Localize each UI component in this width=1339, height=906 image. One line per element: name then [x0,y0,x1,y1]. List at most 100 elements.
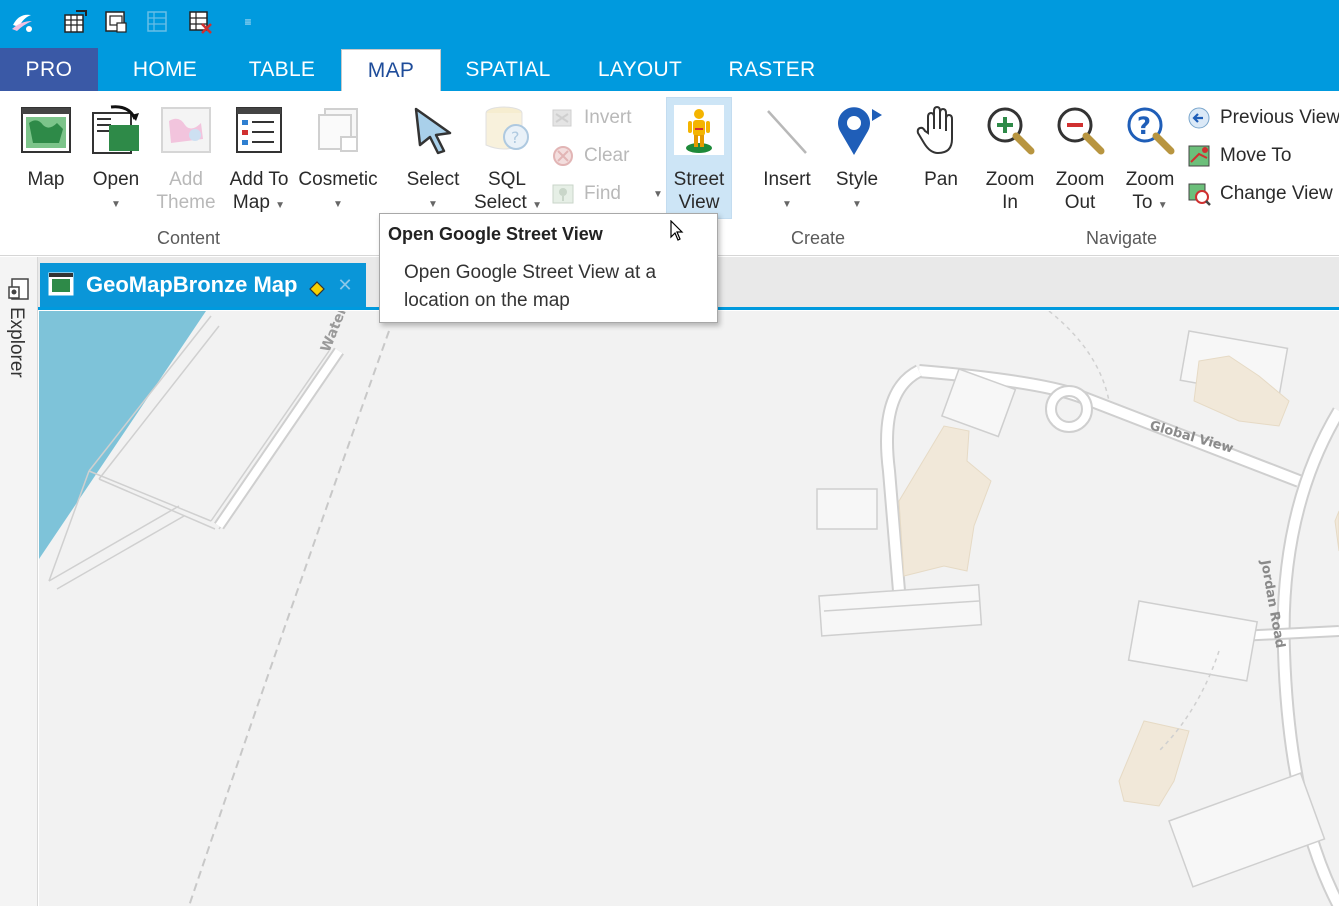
open-button-label: Open [92,169,140,190]
zoom-in-label: Zoom In [980,168,1040,214]
select-button[interactable]: Select ▼ [402,91,464,216]
svg-text:?: ? [1137,112,1151,140]
change-view-label: Change View [1220,183,1333,204]
tab-spatial[interactable]: SPATIAL [456,48,560,91]
zoom-in-label-line2: In [1002,192,1018,213]
pin-tab-icon[interactable] [309,277,326,297]
style-dropdown-icon[interactable]: ▼ [826,193,888,216]
tab-raster[interactable]: RASTER [720,48,824,91]
street-view-pegman-icon [672,103,726,157]
sql-select-label: SQL Select ▼ [474,168,542,217]
mouse-cursor-icon [670,219,684,242]
svg-text:?: ? [511,128,520,147]
explorer-sidebar[interactable]: Explorer [0,257,38,906]
tab-map[interactable]: MAP [341,49,441,92]
street-view-label-line2: View [678,192,720,213]
street-view-label: Street View [666,168,732,214]
open-map-icon [89,103,143,157]
find-button: Find ▼ [550,179,663,209]
new-table-icon[interactable] [61,8,89,36]
cosmetic-button[interactable]: Cosmetic ▼ [298,91,378,216]
add-to-map-dropdown-icon[interactable]: ▼ [275,200,285,211]
cosmetic-layer-icon [311,103,365,157]
map-label-water: Water [318,311,351,354]
add-to-map-label: Add To Map ▼ [226,168,292,217]
map-canvas[interactable]: Water Global View Jordan Road [39,311,1339,906]
title-bar: ≡ [0,0,1339,48]
add-theme-button: Add Theme [156,91,216,216]
map-button[interactable]: Map [16,91,76,216]
close-table-icon[interactable] [186,8,214,36]
qat-customize-icon[interactable]: ≡ [234,8,262,36]
pan-hand-icon [914,103,968,157]
open-workspace-icon[interactable] [102,8,130,36]
zoom-to-dropdown-icon[interactable]: ▼ [1158,200,1168,211]
zoom-to-label: Zoom To ▼ [1120,168,1180,217]
zoom-in-button[interactable]: Zoom In [980,91,1040,216]
zoom-to-label-line2: To [1132,192,1153,213]
save-table-icon [144,8,172,36]
zoom-out-label-line1: Zoom [1055,169,1105,190]
tab-home[interactable]: HOME [118,48,212,91]
insert-dropdown-icon[interactable]: ▼ [756,193,818,216]
tab-table[interactable]: TABLE [236,48,328,91]
explorer-label[interactable]: Explorer [5,307,27,378]
cosmetic-dropdown-icon[interactable]: ▼ [298,193,378,216]
style-button[interactable]: Style ▼ [826,91,888,216]
tab-pro[interactable]: PRO [0,48,98,91]
street-view-button[interactable]: Street View [666,91,732,216]
zoom-out-icon [1053,103,1107,157]
insert-button-label: Insert [763,169,811,190]
clear-label: Clear [584,145,630,166]
select-arrow-icon [406,103,460,157]
group-label-create: Create [791,228,846,248]
zoom-out-button[interactable]: Zoom Out [1050,91,1110,216]
document-tab-title: GeoMapBronze Map [86,272,298,297]
cosmetic-button-label: Cosmetic [298,169,378,190]
sql-database-icon: ? [480,103,534,157]
group-label-content: Content [157,228,221,248]
explorer-icon[interactable] [8,277,30,301]
document-tab-geomapbronze[interactable]: GeoMapBronze Map ✕ [40,263,366,307]
open-button[interactable]: Open ▼ [86,91,146,216]
insert-button[interactable]: Insert ▼ [756,91,818,216]
move-to-icon [1186,143,1212,169]
add-to-map-button[interactable]: Add To Map ▼ [226,91,292,216]
sql-select-button[interactable]: ? SQL Select ▼ [474,91,542,217]
change-view-icon [1186,181,1212,207]
clear-button: Clear [550,141,629,171]
add-to-map-label-line1: Add To [229,169,289,190]
map-button-label: Map [27,169,65,190]
invert-label: Invert [584,107,632,128]
map-label-global-view: Global View [1148,418,1235,456]
tooltip-title: Open Google Street View [388,224,603,244]
change-view-button[interactable]: Change View [1186,179,1333,209]
map-svg[interactable]: Water Global View Jordan Road [39,311,1339,906]
move-to-button[interactable]: Move To [1186,141,1291,171]
sql-select-label-line2: Select [474,192,527,213]
add-theme-label-line1: Add [169,169,203,190]
previous-view-icon [1186,105,1212,131]
application-window: ≡ PRO HOME TABLE MAP SPATIAL LAYOUT RAST… [0,0,1339,906]
add-to-map-label-line2: Map [232,192,270,213]
add-theme-label-line2: Theme [156,192,216,213]
road-main-left [215,348,343,529]
zoom-in-icon [983,103,1037,157]
pan-button-label: Pan [924,169,958,190]
previous-view-button[interactable]: Previous View [1186,103,1339,133]
invert-button: Invert [550,103,632,133]
add-theme-label: Add Theme [156,168,216,214]
tab-layout[interactable]: LAYOUT [588,48,692,91]
pan-button[interactable]: Pan [910,91,972,216]
zoom-in-label-line1: Zoom [985,169,1035,190]
find-dropdown-icon[interactable]: ▼ [653,189,663,200]
style-button-label: Style [835,169,879,190]
sql-select-dropdown-icon[interactable]: ▼ [532,200,542,211]
close-tab-icon[interactable]: ✕ [337,275,352,296]
open-dropdown-icon[interactable]: ▼ [86,193,146,216]
street-view-tooltip: Open Google Street View Open Google Stre… [379,213,718,323]
zoom-to-button[interactable]: ? Zoom To ▼ [1120,91,1180,216]
invert-selection-icon [550,105,576,131]
app-logo-icon[interactable] [8,8,36,36]
clear-selection-icon [550,143,576,169]
